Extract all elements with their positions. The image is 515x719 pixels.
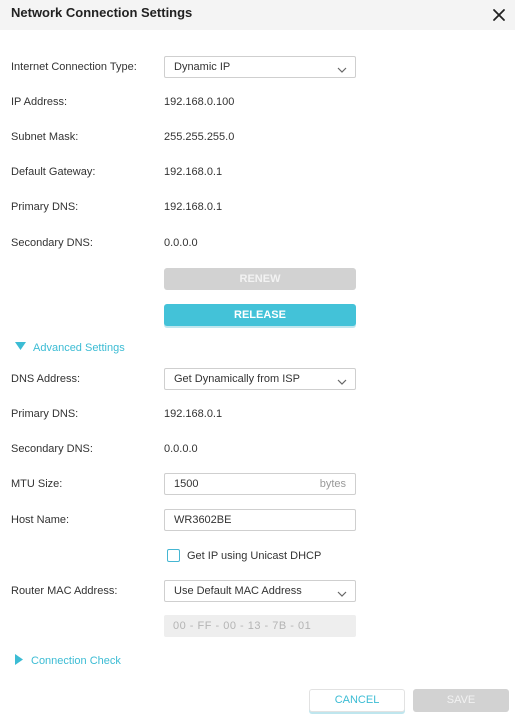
unicast-dhcp-checkbox[interactable]	[167, 549, 180, 562]
release-button[interactable]: RELEASE	[164, 304, 356, 326]
advanced-settings-label: Advanced Settings	[33, 342, 125, 354]
default-gateway-label: Default Gateway:	[11, 166, 96, 178]
save-button[interactable]: SAVE	[413, 689, 509, 712]
dialog-title: Network Connection Settings	[11, 5, 193, 20]
adv-primary-dns-label: Primary DNS:	[11, 408, 79, 420]
advanced-settings-toggle[interactable]: Advanced Settings	[15, 342, 125, 354]
adv-primary-dns-value: 192.168.0.1	[164, 408, 223, 420]
mac-address-field: 00 - FF - 00 - 13 - 7B - 01	[164, 615, 356, 637]
adv-secondary-dns-label: Secondary DNS:	[11, 443, 93, 455]
dns-address-label: DNS Address:	[11, 373, 81, 385]
chevron-down-icon	[337, 586, 347, 597]
mtu-size-label: MTU Size:	[11, 478, 63, 490]
mac-address-select[interactable]: Use Default MAC Address	[164, 580, 356, 602]
secondary-dns-value: 0.0.0.0	[164, 237, 198, 249]
ip-address-value: 192.168.0.100	[164, 96, 235, 108]
connection-type-label: Internet Connection Type:	[11, 61, 137, 73]
chevron-down-icon	[337, 62, 347, 73]
host-name-label: Host Name:	[11, 514, 70, 526]
adv-secondary-dns-value: 0.0.0.0	[164, 443, 198, 455]
triangle-down-icon	[15, 342, 26, 354]
primary-dns-label: Primary DNS:	[11, 201, 79, 213]
subnet-mask-label: Subnet Mask:	[11, 131, 79, 143]
cancel-button[interactable]: CANCEL	[309, 689, 405, 712]
mtu-size-input[interactable]: 1500 bytes	[164, 473, 356, 495]
connection-type-select[interactable]: Dynamic IP	[164, 56, 356, 78]
mtu-size-value: 1500	[174, 478, 199, 490]
secondary-dns-label: Secondary DNS:	[11, 237, 93, 249]
dns-address-select[interactable]: Get Dynamically from ISP	[164, 368, 356, 390]
chevron-down-icon	[337, 374, 347, 385]
close-icon[interactable]	[490, 6, 508, 24]
subnet-mask-value: 255.255.255.0	[164, 131, 235, 143]
dialog-header: Network Connection Settings	[0, 0, 515, 30]
host-name-input[interactable]: WR3602BE	[164, 509, 356, 531]
host-name-value: WR3602BE	[174, 514, 232, 526]
connection-check-label: Connection Check	[31, 654, 121, 667]
triangle-right-icon	[15, 654, 24, 668]
default-gateway-value: 192.168.0.1	[164, 166, 223, 178]
unicast-dhcp-label: Get IP using Unicast DHCP	[187, 550, 322, 562]
mac-address-label: Router MAC Address:	[11, 585, 118, 597]
primary-dns-value: 192.168.0.1	[164, 201, 223, 213]
mac-address-mode: Use Default MAC Address	[174, 585, 302, 597]
connection-type-value: Dynamic IP	[174, 61, 231, 73]
dns-address-value: Get Dynamically from ISP	[174, 373, 300, 385]
renew-button[interactable]: RENEW	[164, 268, 356, 290]
mtu-unit: bytes	[319, 478, 346, 490]
connection-check-toggle[interactable]: Connection Check	[15, 654, 121, 668]
ip-address-label: IP Address:	[11, 96, 68, 108]
